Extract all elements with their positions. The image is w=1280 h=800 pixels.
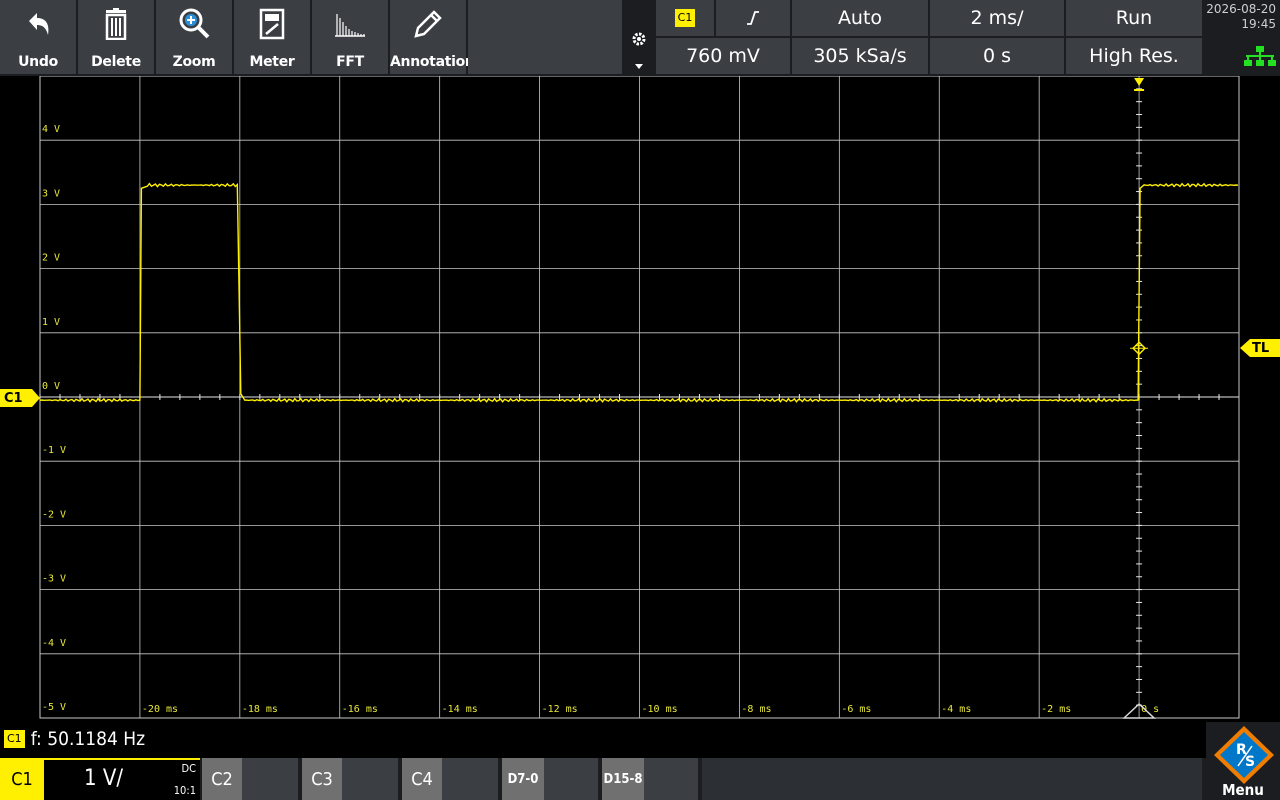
undo-label: Undo — [18, 54, 58, 70]
measurement-channel-badge: C1 — [4, 730, 25, 748]
channel-c2-name: C2 — [211, 768, 233, 790]
status-area: 2026-08-20 19:45 — [1204, 0, 1280, 76]
trigger-point-marker-icon — [1134, 78, 1145, 86]
y-axis-label: -5 V — [42, 702, 66, 713]
y-axis-label: -2 V — [42, 509, 66, 520]
measurement-readout[interactable]: C1 f: 50.1184 Hz — [0, 724, 400, 754]
y-axis-label: -4 V — [42, 638, 66, 649]
undo-icon — [29, 13, 49, 35]
channel-c4-settings[interactable] — [442, 758, 498, 800]
time-text: 19:45 — [1241, 17, 1276, 31]
y-axis-label: 3 V — [42, 188, 60, 199]
meter-icon — [259, 8, 285, 40]
trigger-source-cell[interactable]: C1 — [656, 0, 714, 36]
channel-1-marker-label: C1 — [4, 390, 23, 406]
digital-d7-0-button[interactable]: D7-0 — [502, 758, 544, 800]
x-axis-label: -16 ms — [342, 704, 378, 715]
channel-1-offset-marker[interactable]: C1 — [0, 389, 32, 407]
digital-d15-8-name: D15-8 — [603, 771, 643, 787]
fft-button[interactable]: FFT — [312, 0, 390, 74]
meter-button[interactable]: Meter — [234, 0, 312, 74]
channel-c1-button[interactable]: C1 — [0, 758, 44, 800]
gear-icon — [632, 32, 646, 46]
y-axis-label: -3 V — [42, 574, 66, 585]
channel-c4-name: C4 — [411, 768, 433, 790]
trigger-slope-button[interactable] — [716, 0, 790, 36]
trigger-source-badge: C1 — [674, 9, 696, 27]
channel-c1-probe: 10:1 — [173, 784, 196, 797]
network-icon — [1244, 46, 1276, 66]
waveform-display[interactable]: 4 V 3 V 2 V 1 V 0 V -1 V -2 V -3 V -4 V -5 V -20 m… — [0, 75, 1280, 720]
channel-c3-settings[interactable] — [342, 758, 398, 800]
undo-button[interactable]: Undo — [0, 0, 78, 74]
x-axis-label: -8 ms — [741, 704, 771, 715]
x-axis-label: -12 ms — [542, 704, 578, 715]
toolbar-spacer — [468, 0, 622, 74]
zoom-button[interactable]: Zoom — [156, 0, 234, 74]
meter-label: Meter — [249, 54, 295, 70]
run-stop-button[interactable]: Run — [1066, 0, 1202, 36]
dropdown-arrow-icon — [635, 64, 643, 69]
trigger-level-marker[interactable]: TL — [1250, 339, 1280, 357]
date-time: 2026-08-20 19:45 — [1206, 2, 1276, 32]
channel-1-trace — [39, 182, 1239, 403]
trigger-level-button[interactable]: 760 mV — [656, 38, 790, 74]
timebase-button[interactable]: 2 ms/ — [930, 0, 1064, 36]
annotation-button[interactable]: Annotation — [390, 0, 475, 74]
fft-label: FFT — [336, 54, 364, 70]
channel-bar: C1 1 V/ DC 10:1 C2 C3 C4 D7-0 D15-8 — [0, 758, 1280, 800]
y-axis-label: 4 V — [42, 124, 60, 135]
channel-c1-coupling: DC — [181, 762, 196, 775]
delete-label: Delete — [91, 54, 141, 70]
rising-edge-icon — [747, 11, 759, 25]
x-axis-label: -10 ms — [642, 704, 678, 715]
channel-bar-empty — [702, 758, 1202, 800]
y-axis-label: 2 V — [42, 253, 60, 264]
menu-label: Menu — [1222, 781, 1264, 799]
svg-text:S: S — [1245, 754, 1255, 770]
zoom-label: Zoom — [172, 54, 216, 70]
channel-c1-name: C1 — [11, 768, 33, 790]
date-text: 2026-08-20 — [1206, 2, 1276, 16]
x-axis-label: -18 ms — [242, 704, 278, 715]
delete-button[interactable]: Delete — [78, 0, 156, 74]
channel-c1-scale: 1 V/ — [84, 766, 124, 791]
annotation-label: Annotation — [390, 54, 475, 70]
y-axis-label: 0 V — [42, 381, 60, 392]
trigger-level-marker-label: TL — [1252, 340, 1270, 356]
horizontal-position-button[interactable]: 0 s — [930, 38, 1064, 74]
trigger-mode-button[interactable]: Auto — [792, 0, 928, 36]
channel-c3-button[interactable]: C3 — [302, 758, 342, 800]
waveform-grid[interactable]: 4 V 3 V 2 V 1 V 0 V -1 V -2 V -3 V -4 V -5 V -20 m… — [0, 75, 1280, 720]
channel-c4-button[interactable]: C4 — [402, 758, 442, 800]
digital-d7-0-settings[interactable] — [544, 758, 598, 800]
channel-c3-name: C3 — [311, 768, 333, 790]
trigger-level-marker-arrow — [1240, 339, 1250, 357]
menu-button[interactable]: R S Menu — [1206, 722, 1280, 800]
y-axis-label: -1 V — [42, 445, 66, 456]
trash-icon — [105, 8, 127, 40]
channel-c1-settings[interactable]: 1 V/ DC 10:1 — [44, 758, 200, 800]
digital-d15-8-settings[interactable] — [644, 758, 698, 800]
frequency-measurement: f: 50.1184 Hz — [30, 728, 146, 750]
x-axis-label: -2 ms — [1041, 704, 1071, 715]
digital-d7-0-name: D7-0 — [507, 771, 539, 787]
pencil-icon — [414, 10, 442, 38]
x-axis-label: -20 ms — [142, 704, 178, 715]
toolbar: Undo Delete Zoom Meter FFT Annotation C1… — [0, 0, 1280, 76]
y-axis-label: 1 V — [42, 317, 60, 328]
fft-icon — [335, 14, 365, 37]
channel-c2-button[interactable]: C2 — [202, 758, 242, 800]
digital-d15-8-button[interactable]: D15-8 — [602, 758, 644, 800]
acquisition-mode-button[interactable]: High Res. — [1066, 38, 1202, 74]
channel-c2-settings[interactable] — [242, 758, 298, 800]
settings-button[interactable] — [624, 0, 654, 76]
x-axis-label: -14 ms — [442, 704, 478, 715]
rs-logo-icon: R S — [1214, 726, 1274, 784]
sample-rate-button[interactable]: 305 kSa/s — [792, 38, 928, 74]
channel-1-marker-arrow — [32, 389, 40, 407]
zoom-in-icon — [179, 8, 210, 39]
x-axis-label: -4 ms — [941, 704, 971, 715]
x-axis-label: -6 ms — [841, 704, 871, 715]
